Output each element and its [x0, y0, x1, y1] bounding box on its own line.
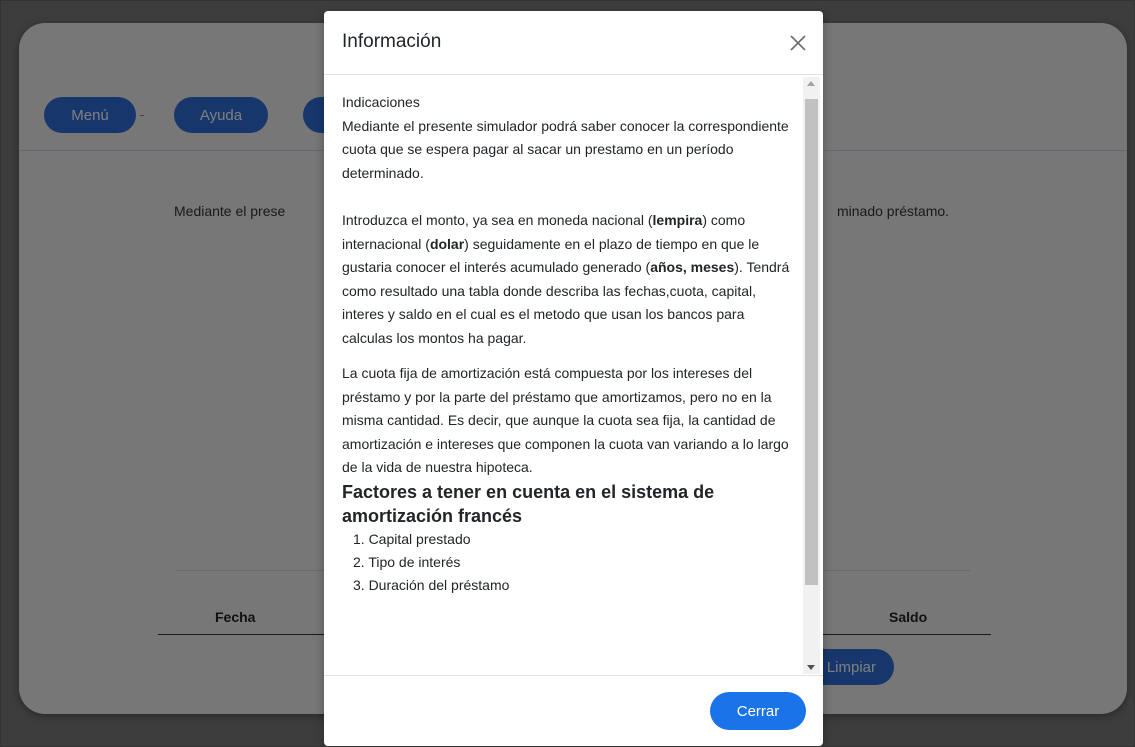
modal-footer: Cerrar: [324, 675, 823, 746]
list-item: 1. Capital prestado: [353, 530, 471, 547]
info-modal: Información Indicaciones Mediante el pre…: [324, 11, 823, 746]
cerrar-button[interactable]: Cerrar: [710, 692, 806, 730]
factores-list: 1. Capital prestado 2. Tipo de interés 3…: [342, 528, 797, 597]
close-button[interactable]: [785, 30, 811, 56]
paragraph-amortizacion: La cuota fija de amortización está compu…: [342, 365, 789, 475]
list-item: 3. Duración del préstamo: [353, 576, 510, 593]
paragraph-instructions: Introduzca el monto, ya sea en moneda na…: [342, 209, 797, 350]
modal-title: Información: [342, 31, 442, 52]
paragraph-intro: Mediante el presente simulador podrá sab…: [342, 117, 789, 181]
scrollbar-thumb[interactable]: [805, 99, 818, 585]
list-item: 2. Tipo de interés: [353, 553, 461, 570]
modal-header: Información: [324, 11, 823, 75]
p2-bold-lempira: lempira: [652, 212, 703, 228]
close-icon: [790, 35, 806, 51]
scroll-up-arrow-icon[interactable]: [807, 81, 815, 86]
p2-text-1: Introduzca el monto, ya sea en moneda na…: [342, 212, 653, 228]
p2-bold-anos-meses: años, meses: [650, 259, 735, 275]
p2-bold-dolar: dolar: [429, 235, 465, 252]
modal-scrollbar[interactable]: [803, 77, 820, 674]
modal-content: Indicaciones Mediante el presente simula…: [342, 91, 797, 597]
factores-heading: Factores a tener en cuenta en el sistema…: [342, 481, 715, 526]
modal-body[interactable]: Indicaciones Mediante el presente simula…: [324, 75, 823, 675]
scroll-down-arrow-icon[interactable]: [807, 665, 815, 670]
indicaciones-heading: Indicaciones: [342, 94, 420, 110]
